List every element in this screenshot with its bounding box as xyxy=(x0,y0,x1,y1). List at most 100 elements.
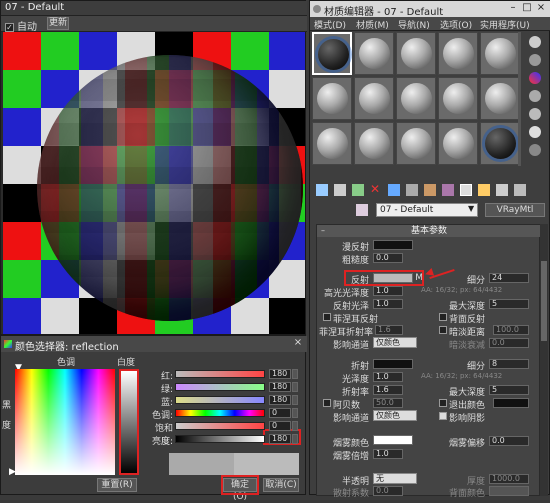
minimize-icon[interactable]: – xyxy=(506,2,520,15)
fog-color-swatch[interactable] xyxy=(373,435,413,445)
refr-gloss-field[interactable]: 1.0 xyxy=(373,372,403,382)
sample-slot[interactable] xyxy=(396,77,436,120)
spinner-icon[interactable] xyxy=(292,395,298,405)
abbe-field[interactable]: 50.0 xyxy=(373,398,403,408)
ior-field[interactable]: 1.6 xyxy=(373,385,403,395)
menu-item[interactable]: 模式(D) xyxy=(314,18,346,31)
exit-color-swatch[interactable] xyxy=(493,398,529,408)
reflection-subdivs-field[interactable]: 24 xyxy=(489,273,529,283)
copy-material-icon[interactable] xyxy=(388,184,400,196)
reset-map-icon[interactable]: ✕ xyxy=(370,183,382,196)
put-to-scene-icon[interactable] xyxy=(334,184,346,196)
sample-slot[interactable] xyxy=(312,32,352,75)
sample-slot[interactable] xyxy=(396,122,436,165)
sample-type-icon[interactable] xyxy=(529,36,541,48)
assign-to-selection-icon[interactable] xyxy=(352,184,364,196)
blackness-slider[interactable] xyxy=(119,369,139,475)
thickness-field[interactable]: 1000.0 xyxy=(489,474,529,484)
channel-slider[interactable] xyxy=(175,409,265,417)
channel-slider[interactable] xyxy=(175,396,265,404)
affect-channels-dropdown[interactable]: 仅颜色 xyxy=(373,337,417,348)
go-forward-sibling-icon[interactable] xyxy=(514,184,526,196)
abbe-checkbox[interactable] xyxy=(323,399,331,407)
spinner-icon[interactable] xyxy=(292,369,298,379)
sample-slot[interactable] xyxy=(312,77,352,120)
back-reflection-checkbox[interactable] xyxy=(439,313,447,321)
backlight-icon[interactable] xyxy=(529,54,541,66)
rollout-header[interactable]: 基本参数 xyxy=(317,225,541,237)
refraction-subdivs-field[interactable]: 8 xyxy=(489,359,529,369)
spinner-icon[interactable] xyxy=(292,382,298,392)
video-check-icon[interactable] xyxy=(529,108,541,120)
pick-from-object-icon[interactable] xyxy=(356,204,368,216)
hue-whiteness-field[interactable] xyxy=(15,369,115,475)
fresnel-ior-field[interactable]: 1.6 xyxy=(375,325,403,335)
sample-slot[interactable] xyxy=(480,32,520,75)
sample-slot[interactable] xyxy=(354,32,394,75)
affect-shadows-checkbox[interactable] xyxy=(439,412,447,420)
dim-distance-checkbox[interactable] xyxy=(439,326,447,334)
translucency-dropdown[interactable]: 无 xyxy=(373,473,417,484)
sample-slot[interactable] xyxy=(480,122,520,165)
scrollbar-thumb[interactable] xyxy=(541,261,547,341)
refr-max-depth-field[interactable]: 5 xyxy=(489,385,529,395)
make-unique-icon[interactable] xyxy=(406,184,418,196)
maximize-icon[interactable]: □ xyxy=(520,2,534,15)
channel-value-field[interactable]: 0 xyxy=(269,408,291,418)
exit-color-checkbox[interactable] xyxy=(439,399,447,407)
background-icon[interactable] xyxy=(529,72,541,84)
channel-value-field[interactable]: 180 xyxy=(269,382,291,392)
fog-bias-field[interactable]: 0.0 xyxy=(489,436,529,446)
dim-distance-field[interactable]: 100.0 xyxy=(493,325,529,335)
roughness-field[interactable]: 0.0 xyxy=(373,253,403,263)
hilight-gloss-field[interactable]: 1.0 xyxy=(373,286,403,296)
sample-slot[interactable] xyxy=(438,77,478,120)
diffuse-swatch[interactable] xyxy=(373,240,413,250)
menu-item[interactable]: 实用程序(U) xyxy=(480,18,530,31)
channel-slider[interactable] xyxy=(175,422,265,430)
menu-item[interactable]: 选项(O) xyxy=(440,18,472,31)
auto-checkbox[interactable]: ✓ 自动 xyxy=(5,18,37,33)
go-to-parent-icon[interactable] xyxy=(496,184,508,196)
material-name-field[interactable]: 07 - Default xyxy=(376,203,478,217)
sample-slot[interactable] xyxy=(438,32,478,75)
menu-item[interactable]: 材质(M) xyxy=(356,18,389,31)
sample-slot[interactable] xyxy=(354,122,394,165)
uv-tiling-icon[interactable] xyxy=(529,90,541,102)
fog-mult-field[interactable]: 1.0 xyxy=(373,449,403,459)
affect-channels-dropdown-2[interactable]: 仅颜色 xyxy=(373,410,417,421)
channel-slider[interactable] xyxy=(175,383,265,391)
refl-gloss-field[interactable]: 1.0 xyxy=(373,299,403,309)
spinner-icon[interactable] xyxy=(292,421,298,431)
spinner-icon[interactable] xyxy=(292,434,298,444)
sample-slot[interactable] xyxy=(354,77,394,120)
close-icon[interactable]: × xyxy=(534,2,548,15)
sample-slot[interactable] xyxy=(396,32,436,75)
spinner-icon[interactable] xyxy=(292,408,298,418)
preview-canvas[interactable] xyxy=(3,32,305,334)
material-type-button[interactable]: VRayMtl xyxy=(485,203,545,217)
channel-slider[interactable] xyxy=(175,435,265,443)
channel-slider[interactable] xyxy=(175,370,265,378)
update-button[interactable]: 更新 xyxy=(47,17,69,30)
channel-value-field[interactable]: 0 xyxy=(269,421,291,431)
get-material-icon[interactable] xyxy=(316,184,328,196)
dim-falloff-field[interactable]: 0.0 xyxy=(489,338,529,348)
show-map-icon[interactable] xyxy=(460,184,472,196)
cancel-button[interactable]: 取消(C) xyxy=(263,478,299,492)
make-preview-icon[interactable] xyxy=(529,126,541,138)
sample-slot[interactable] xyxy=(438,122,478,165)
options-icon[interactable] xyxy=(529,144,541,156)
max-depth-field[interactable]: 5 xyxy=(489,299,529,309)
refraction-swatch[interactable] xyxy=(373,359,413,369)
close-button[interactable]: × xyxy=(291,337,305,350)
put-to-library-icon[interactable] xyxy=(424,184,436,196)
channel-value-field[interactable]: 180 xyxy=(269,434,291,444)
show-end-result-icon[interactable] xyxy=(478,184,490,196)
fresnel-checkbox[interactable] xyxy=(323,313,331,321)
sample-slot[interactable] xyxy=(480,77,520,120)
chevron-down-icon[interactable]: ▼ xyxy=(468,204,474,213)
menu-item[interactable]: 导航(N) xyxy=(398,18,430,31)
reset-button[interactable]: 重置(R) xyxy=(97,478,137,492)
material-id-icon[interactable] xyxy=(442,184,454,196)
